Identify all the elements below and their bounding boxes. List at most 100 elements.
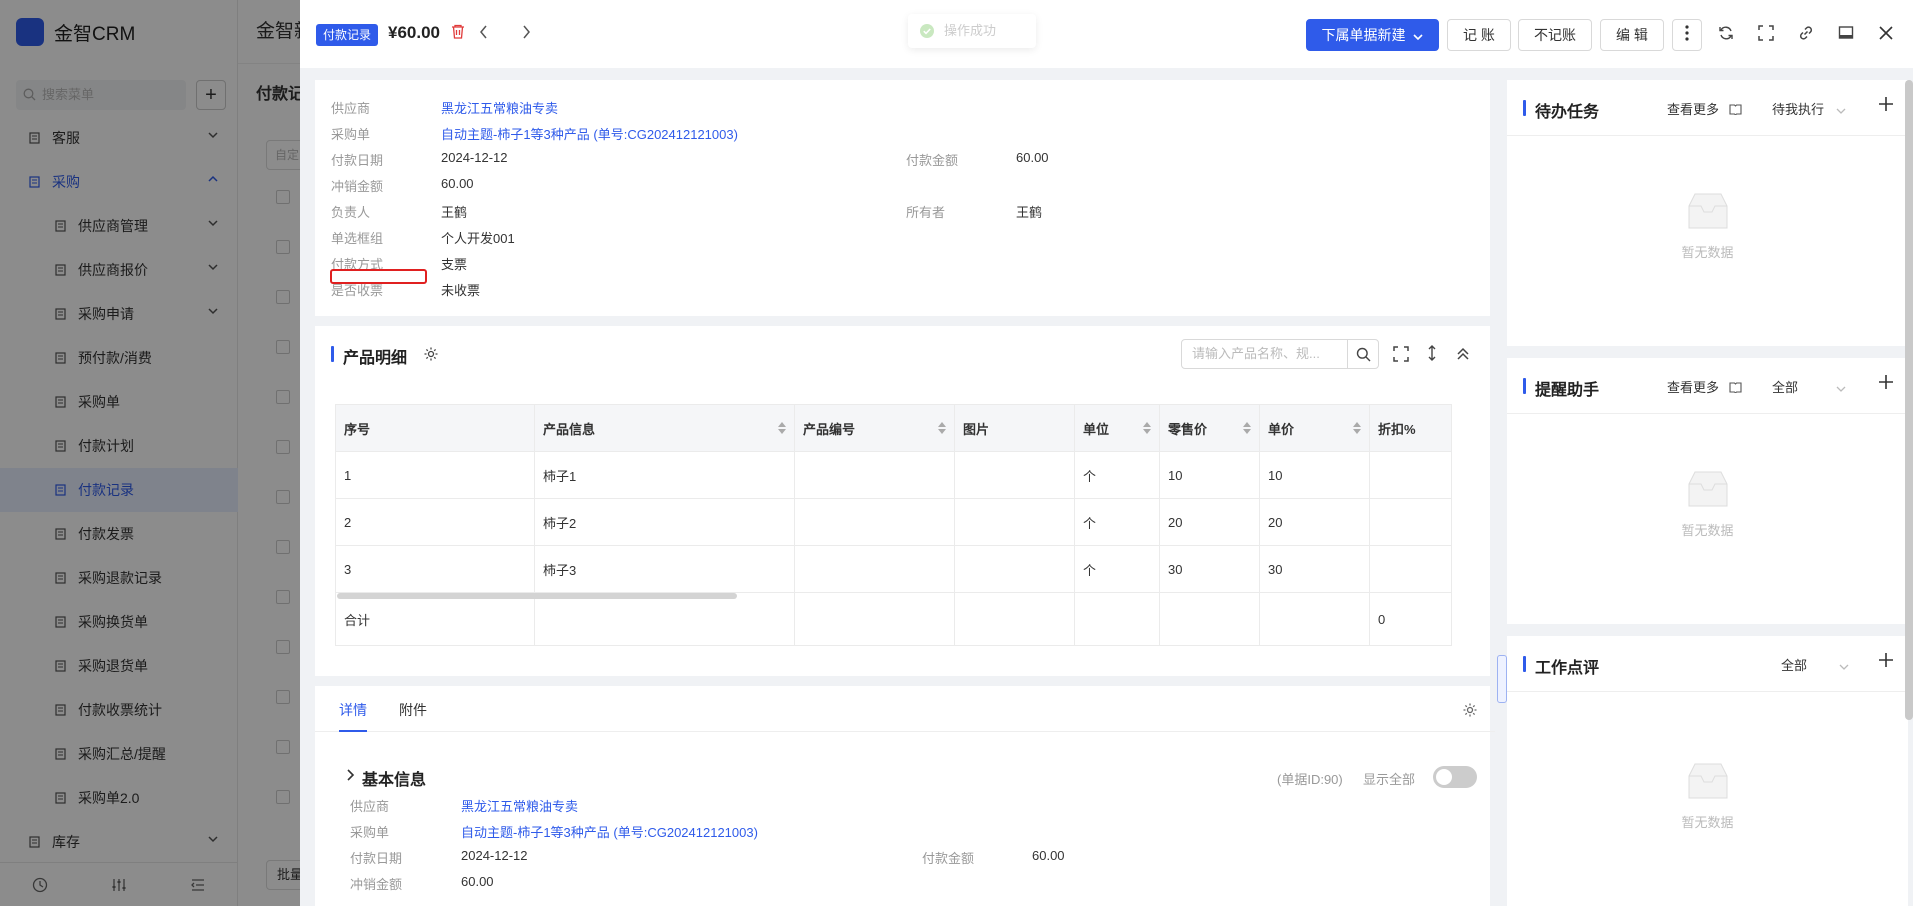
radio-group-value: 个人开发001	[441, 231, 515, 246]
book-button[interactable]: 记 账	[1447, 19, 1511, 51]
add-todo-icon[interactable]	[1878, 96, 1894, 115]
fullscreen-icon[interactable]	[1758, 25, 1774, 44]
no-book-button[interactable]: 不记账	[1518, 19, 1592, 51]
document-id: (单据ID:90)	[1277, 772, 1343, 787]
pay-amount-label: 付款金额	[906, 153, 959, 168]
chevron-right-icon[interactable]	[345, 769, 355, 784]
product-search-button[interactable]	[1347, 339, 1379, 369]
review-filter-label: 全部	[1781, 658, 1808, 673]
table-cell: 个	[1074, 498, 1160, 546]
close-icon[interactable]	[1878, 25, 1894, 44]
pay-date-label: 付款日期	[350, 851, 403, 866]
review-header: 工作点评 全部	[1507, 636, 1908, 692]
drawer-vertical-scrollbar[interactable]	[1905, 80, 1913, 720]
sort-icon[interactable]	[1353, 422, 1361, 434]
col-header: 图片	[954, 404, 1075, 452]
order-link[interactable]: 自动主题-柿子1等3种产品 (单号:CG202412121003)	[441, 124, 738, 143]
col-header-label: 产品信息	[543, 421, 596, 437]
dock-panel-icon[interactable]	[1838, 25, 1854, 44]
record-type-tag: 付款记录	[316, 24, 379, 46]
expand-table-icon[interactable]	[1393, 346, 1409, 365]
empty-inbox-icon	[1681, 762, 1735, 802]
prev-record-icon[interactable]	[478, 24, 490, 43]
order-link[interactable]: 自动主题-柿子1等3种产品 (单号:CG202412121003)	[461, 822, 758, 841]
offset-label: 冲销金额	[350, 877, 403, 892]
basic-info-title[interactable]: 基本信息	[362, 766, 426, 790]
edit-button[interactable]: 编 辑	[1600, 19, 1664, 51]
table-cell	[794, 451, 955, 499]
more-actions-button[interactable]	[1672, 19, 1702, 51]
todo-filter-select[interactable]: 待我执行	[1772, 99, 1846, 118]
show-all-toggle[interactable]	[1433, 766, 1477, 788]
table-cell: 3	[335, 545, 535, 593]
table-row[interactable]: 1 柿子1 个 10 10	[335, 451, 1452, 499]
product-search-input[interactable]: 请输入产品名称、规...	[1181, 339, 1348, 369]
offset-value: 60.00	[441, 176, 474, 191]
new-sub-document-button[interactable]: 下属单据新建	[1306, 19, 1439, 51]
sort-icon[interactable]	[778, 422, 786, 434]
supplier-label: 供应商	[331, 101, 371, 116]
invoice-received-label: 是否收票	[331, 283, 384, 298]
table-cell: 10	[1159, 451, 1260, 499]
tab-attachment[interactable]: 附件	[399, 700, 427, 720]
gear-icon[interactable]	[423, 346, 439, 365]
table-horizontal-scrollbar[interactable]	[337, 593, 737, 599]
col-header-label: 零售价	[1168, 421, 1208, 437]
reminder-more-link[interactable]: 查看更多	[1667, 377, 1742, 396]
table-cell: 柿子1	[534, 451, 795, 499]
todo-more-link[interactable]: 查看更多	[1667, 99, 1742, 118]
owner-label: 所有者	[906, 205, 946, 220]
row-height-icon[interactable]	[1424, 344, 1440, 365]
refresh-icon[interactable]	[1718, 25, 1734, 44]
tab-detail[interactable]: 详情	[339, 700, 367, 732]
table-cell: 20	[1259, 498, 1370, 546]
total-discount: 0	[1369, 592, 1452, 646]
delete-icon[interactable]	[451, 24, 465, 43]
reminder-empty-text: 暂无数据	[1681, 523, 1734, 538]
sort-icon[interactable]	[938, 422, 946, 434]
table-cell	[954, 498, 1075, 546]
supplier-link[interactable]: 黑龙江五常粮油专卖	[461, 796, 578, 815]
todo-title: 待办任务	[1523, 98, 1599, 122]
col-header[interactable]: 产品编号	[794, 404, 955, 452]
col-header: 折扣%	[1369, 404, 1452, 452]
table-row[interactable]: 2 柿子2 个 20 20	[335, 498, 1452, 546]
sort-icon[interactable]	[1143, 422, 1151, 434]
table-row[interactable]: 3 柿子3 个 30 30	[335, 545, 1452, 593]
record-amount: ¥60.00	[388, 23, 440, 42]
col-header-label: 产品编号	[803, 421, 856, 437]
todo-header: 待办任务 查看更多 待我执行	[1507, 80, 1908, 136]
book-icon	[1729, 103, 1742, 118]
review-filter-select[interactable]: 全部	[1781, 655, 1849, 674]
col-header[interactable]: 单位	[1074, 404, 1160, 452]
link-icon[interactable]	[1798, 25, 1814, 44]
record-drawer: 付款记录 ¥60.00 操作成功 下属单据新建 记 账 不记账 编 辑 供应商 …	[300, 0, 1913, 906]
more-vertical-icon	[1685, 21, 1689, 51]
total-label: 合计	[335, 592, 535, 646]
table-header-row: 序号 产品信息 产品编号 图片 单位 零售价 单价 折扣%	[335, 404, 1452, 452]
collapse-up-icon[interactable]	[1455, 346, 1471, 365]
empty-inbox-icon	[1681, 192, 1735, 232]
table-cell	[1369, 498, 1452, 546]
table-cell: 30	[1259, 545, 1370, 593]
reminder-filter-select[interactable]: 全部	[1772, 377, 1846, 396]
next-record-icon[interactable]	[520, 24, 532, 43]
gear-icon[interactable]	[1462, 702, 1478, 721]
pay-date-label: 付款日期	[331, 153, 384, 168]
sort-icon[interactable]	[1243, 422, 1251, 434]
col-header[interactable]: 产品信息	[534, 404, 795, 452]
col-header[interactable]: 单价	[1259, 404, 1370, 452]
col-header[interactable]: 零售价	[1159, 404, 1260, 452]
panel-splitter-handle[interactable]	[1497, 655, 1507, 703]
add-review-icon[interactable]	[1878, 652, 1894, 671]
add-reminder-icon[interactable]	[1878, 374, 1894, 393]
new-sub-document-label: 下属单据新建	[1321, 27, 1406, 43]
chevron-down-icon	[1413, 21, 1424, 51]
product-detail-card: 产品明细 请输入产品名称、规... 序号 产品信息 产品编号 图片 单位 零售价…	[315, 326, 1490, 676]
reminder-more-label: 查看更多	[1667, 380, 1720, 395]
drawer-header: 付款记录 ¥60.00 操作成功 下属单据新建 记 账 不记账 编 辑	[300, 0, 1913, 68]
supplier-link[interactable]: 黑龙江五常粮油专卖	[441, 98, 558, 117]
table-cell: 20	[1159, 498, 1260, 546]
product-table: 序号 产品信息 产品编号 图片 单位 零售价 单价 折扣% 1 柿子1 个 10…	[335, 404, 1452, 646]
supplier-label: 供应商	[350, 799, 390, 814]
